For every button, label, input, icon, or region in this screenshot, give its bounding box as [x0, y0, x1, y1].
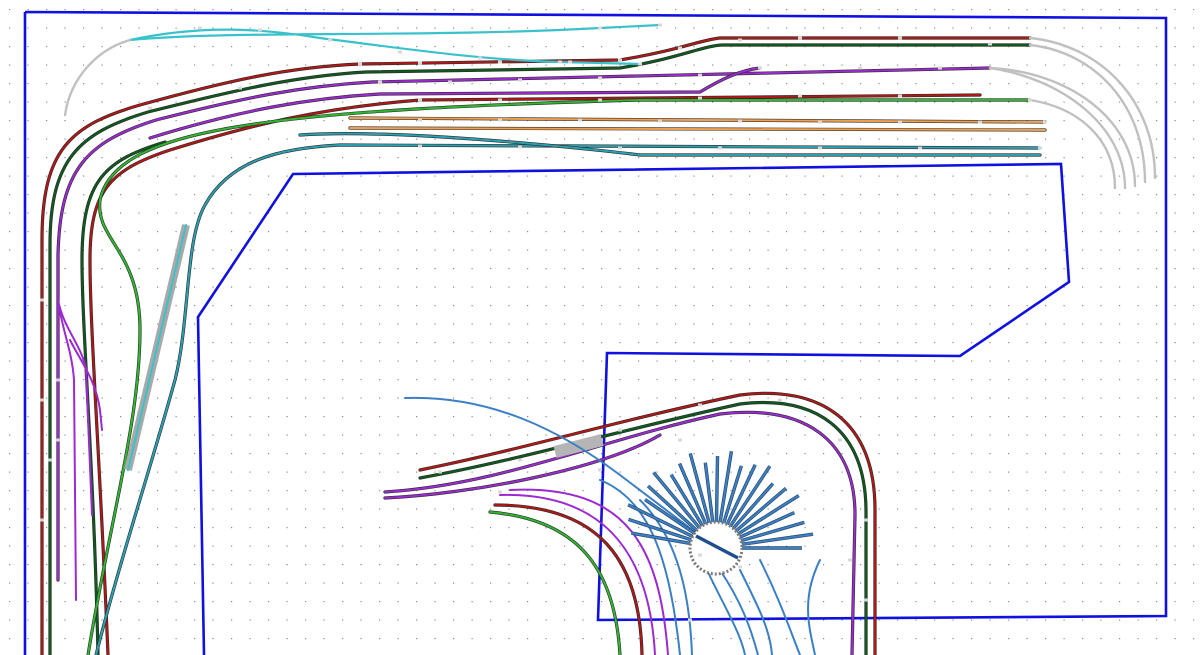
- track-joint-marker-icon: [678, 46, 682, 50]
- track-joint-marker-icon: [598, 98, 602, 102]
- track-joint-marker-icon: [838, 438, 842, 442]
- track-joint-marker-icon: [498, 490, 502, 494]
- track-joint-marker-icon: [898, 36, 902, 40]
- track-joint-marker-icon: [988, 42, 992, 46]
- track-joint-marker-icon: [398, 50, 402, 54]
- track-joint-marker-icon: [1043, 120, 1047, 124]
- track-joint-marker-icon: [148, 106, 152, 110]
- track-joint-marker-icon: [598, 76, 602, 80]
- track-joint-marker-icon: [918, 146, 922, 150]
- track-joint-marker-icon: [1038, 146, 1042, 150]
- track-joint-marker-icon: [498, 60, 502, 64]
- track-joint-marker-icon: [328, 38, 332, 42]
- track-joint-marker-icon: [858, 66, 862, 70]
- track-joint-marker-icon: [518, 145, 522, 149]
- track-joint-marker-icon: [818, 120, 822, 124]
- track-joint-marker-icon: [798, 36, 802, 40]
- track-joint-marker-icon: [658, 23, 662, 27]
- track-joint-marker-icon: [418, 144, 422, 148]
- track-joint-marker-icon: [448, 80, 452, 84]
- track-joint-marker-icon: [758, 66, 762, 70]
- track-joint-marker-icon: [358, 62, 362, 66]
- track-joint-marker-icon: [56, 378, 60, 382]
- track-joint-marker-icon: [618, 146, 622, 150]
- track-joint-marker-icon: [864, 518, 868, 522]
- track-joint-marker-icon: [518, 458, 522, 462]
- track-joint-marker-icon: [418, 118, 422, 122]
- track-joint-marker-icon: [518, 78, 522, 82]
- track-joint-marker-icon: [618, 58, 622, 62]
- track-joint-marker-icon: [698, 73, 702, 77]
- track-joint-marker-icon: [578, 118, 582, 122]
- track-joint-marker-icon: [56, 438, 60, 442]
- track-joint-marker-icon: [864, 598, 868, 602]
- track-joint-marker-icon: [738, 119, 742, 123]
- track-joint-marker-icon: [638, 62, 642, 66]
- track-joint-marker-icon: [438, 470, 442, 474]
- track-joint-marker-icon: [618, 428, 622, 432]
- track-joint-marker-icon: [1028, 98, 1032, 102]
- track-joint-marker-icon: [778, 398, 782, 402]
- track-joint-marker-icon: [938, 66, 942, 70]
- track-joint-marker-icon: [678, 438, 682, 442]
- track-joint-marker-icon: [418, 98, 422, 102]
- track-joint-marker-icon: [738, 38, 742, 42]
- track-joint-marker-icon: [238, 86, 242, 90]
- track-joint-marker-icon: [498, 98, 502, 102]
- track-joint-marker-icon: [698, 96, 702, 100]
- track-joint-marker-icon: [818, 146, 822, 150]
- track-joint-marker-icon: [698, 403, 702, 407]
- track-joint-marker-icon: [718, 146, 722, 150]
- track-joint-marker-icon: [198, 26, 202, 30]
- track-joint-marker-icon: [258, 28, 262, 32]
- turntable-road-rail: [715, 455, 719, 523]
- track-joint-marker-icon: [378, 80, 382, 84]
- track-joint-marker-icon: [898, 94, 902, 98]
- track-joint-marker-icon: [658, 119, 662, 123]
- track-joint-marker-icon: [498, 118, 502, 122]
- track-joint-marker-icon: [738, 565, 742, 569]
- track-joint-marker-icon: [40, 398, 44, 402]
- track-joint-marker-icon: [40, 298, 44, 302]
- track-joint-marker-icon: [688, 618, 692, 622]
- track-joint-marker-icon: [798, 94, 802, 98]
- track-joint-marker-icon: [978, 120, 982, 124]
- track-joint-marker-icon: [598, 468, 602, 472]
- track-joint-marker-icon: [558, 60, 562, 64]
- track-joint-marker-icon: [568, 60, 572, 64]
- track-joint-marker-icon: [40, 518, 44, 522]
- track-joint-marker-icon: [598, 26, 602, 30]
- track-joint-marker-icon: [478, 56, 482, 60]
- track-joint-marker-icon: [848, 558, 852, 562]
- track-joint-marker-icon: [48, 458, 52, 462]
- track-plan-canvas[interactable]: [0, 0, 1204, 655]
- track-joint-marker-icon: [698, 553, 702, 557]
- track-joint-marker-icon: [898, 120, 902, 124]
- track-joint-marker-icon: [418, 61, 422, 65]
